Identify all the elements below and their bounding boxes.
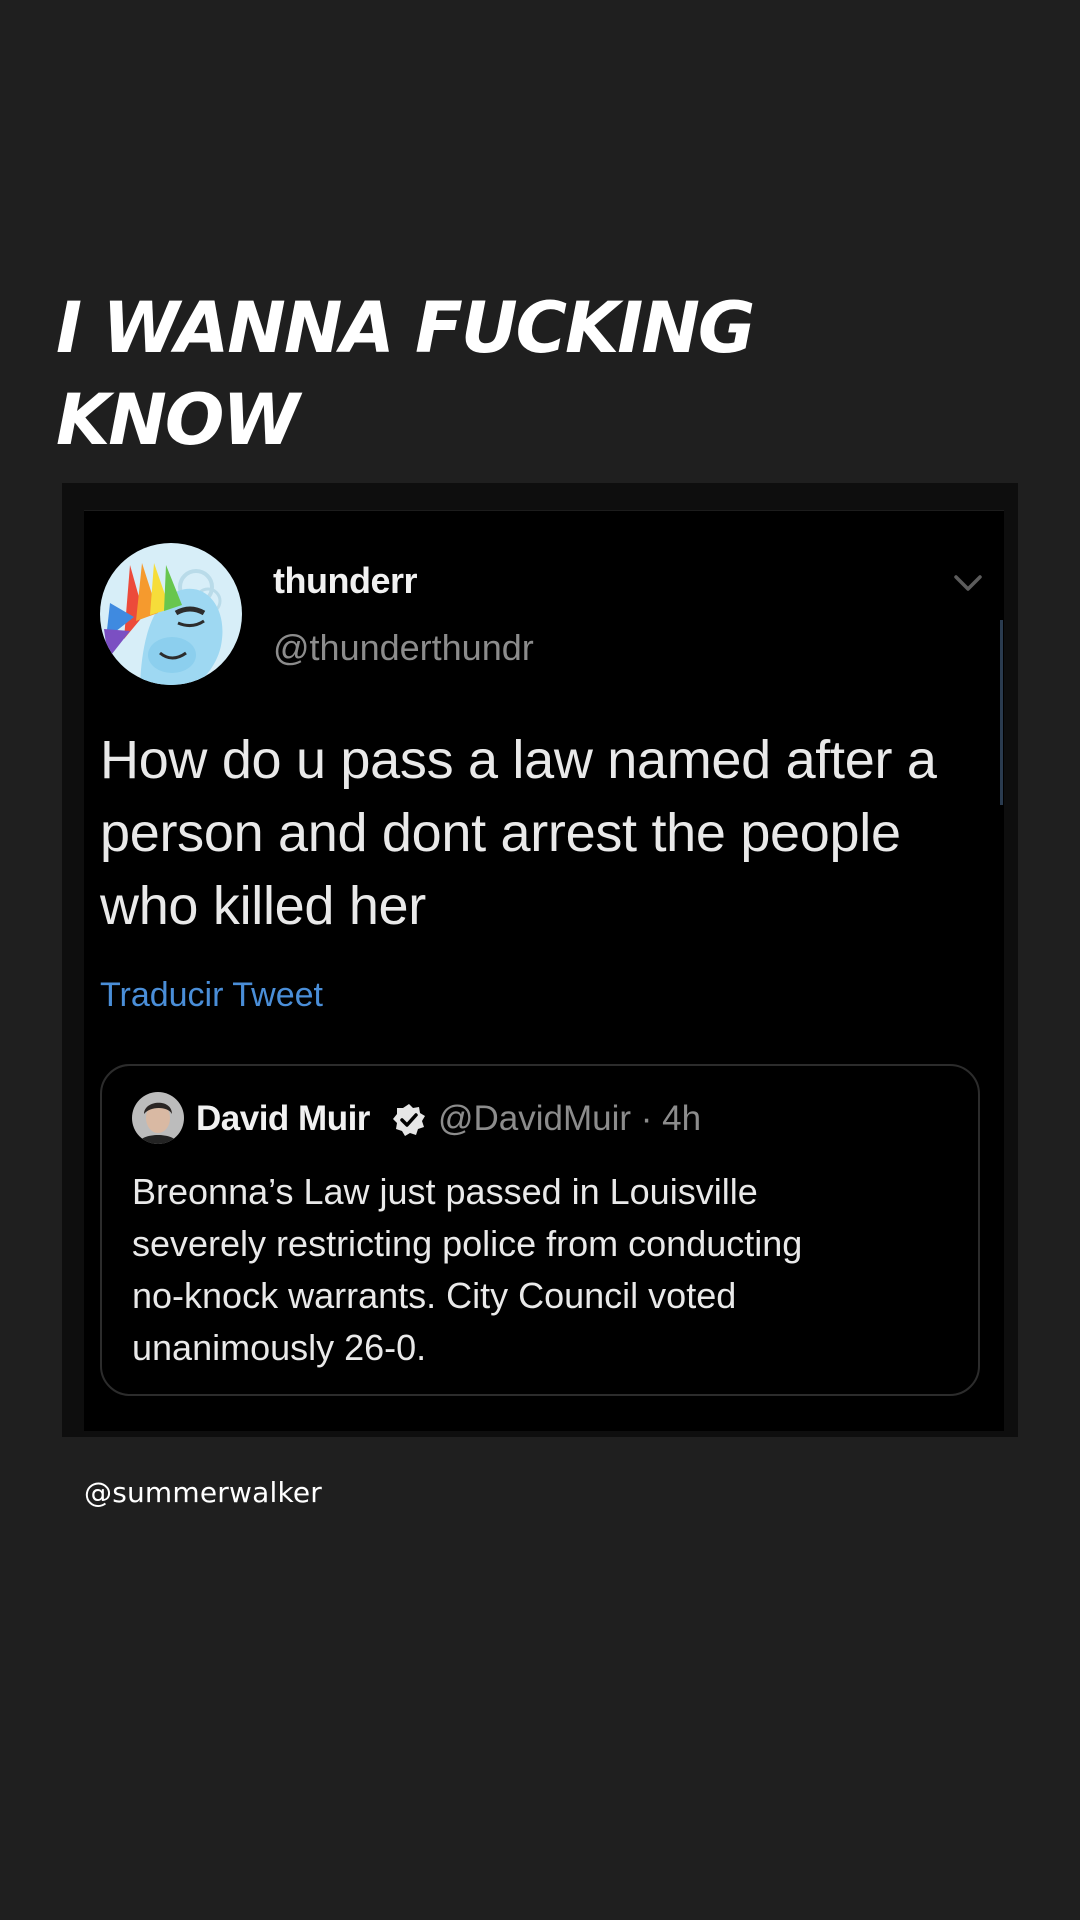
story-caption: I WANNA FUCKING KNOW [56, 282, 916, 466]
tweet-author-name[interactable]: thunderr [273, 560, 418, 602]
mention-sticker[interactable]: @summerwalker [84, 1476, 322, 1509]
profile-photo-avatar [132, 1092, 184, 1144]
verified-badge-icon [391, 1102, 427, 1138]
rainbow-pony-avatar-icon [100, 543, 242, 685]
tweet-text: How do u pass a law named after a person… [100, 730, 937, 936]
quoted-tweet-text: Breonna’s Law just passed in Louisville … [132, 1171, 803, 1368]
caption-line-1: I WANNA FUCKING [56, 287, 755, 369]
quoted-handle-time: @DavidMuir · 4h [438, 1099, 702, 1138]
quoted-author-name[interactable]: David Muir [196, 1099, 370, 1139]
chevron-down-icon[interactable] [952, 570, 984, 596]
tweet-author-handle[interactable]: @thunderthundr [273, 627, 534, 669]
scrollbar[interactable] [1000, 620, 1003, 805]
caption-line-2: KNOW [56, 379, 300, 461]
translate-tweet-link[interactable]: Traducir Tweet [100, 976, 323, 1015]
